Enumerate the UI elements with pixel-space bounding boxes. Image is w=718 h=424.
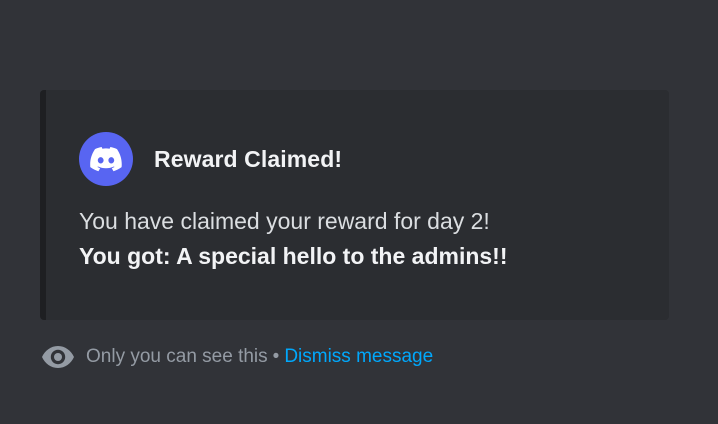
separator-dot: • xyxy=(272,346,280,367)
reward-embed: Reward Claimed! You have claimed your re… xyxy=(40,90,669,320)
ephemeral-notice: Only you can see this • Dismiss message xyxy=(42,344,433,370)
embed-header: Reward Claimed! xyxy=(79,132,342,186)
embed-description: You have claimed your reward for day 2! … xyxy=(79,204,508,274)
eye-icon xyxy=(42,344,76,370)
bot-avatar[interactable] xyxy=(79,132,133,186)
reward-claimed-line: You have claimed your reward for day 2! xyxy=(79,208,490,234)
embed-title: Reward Claimed! xyxy=(154,145,343,172)
visibility-notice-text: Only you can see this xyxy=(86,346,268,367)
reward-received-line: You got: A special hello to the admins!! xyxy=(79,243,508,269)
dismiss-message-link[interactable]: Dismiss message xyxy=(284,346,433,368)
discord-logo-icon xyxy=(90,146,122,171)
